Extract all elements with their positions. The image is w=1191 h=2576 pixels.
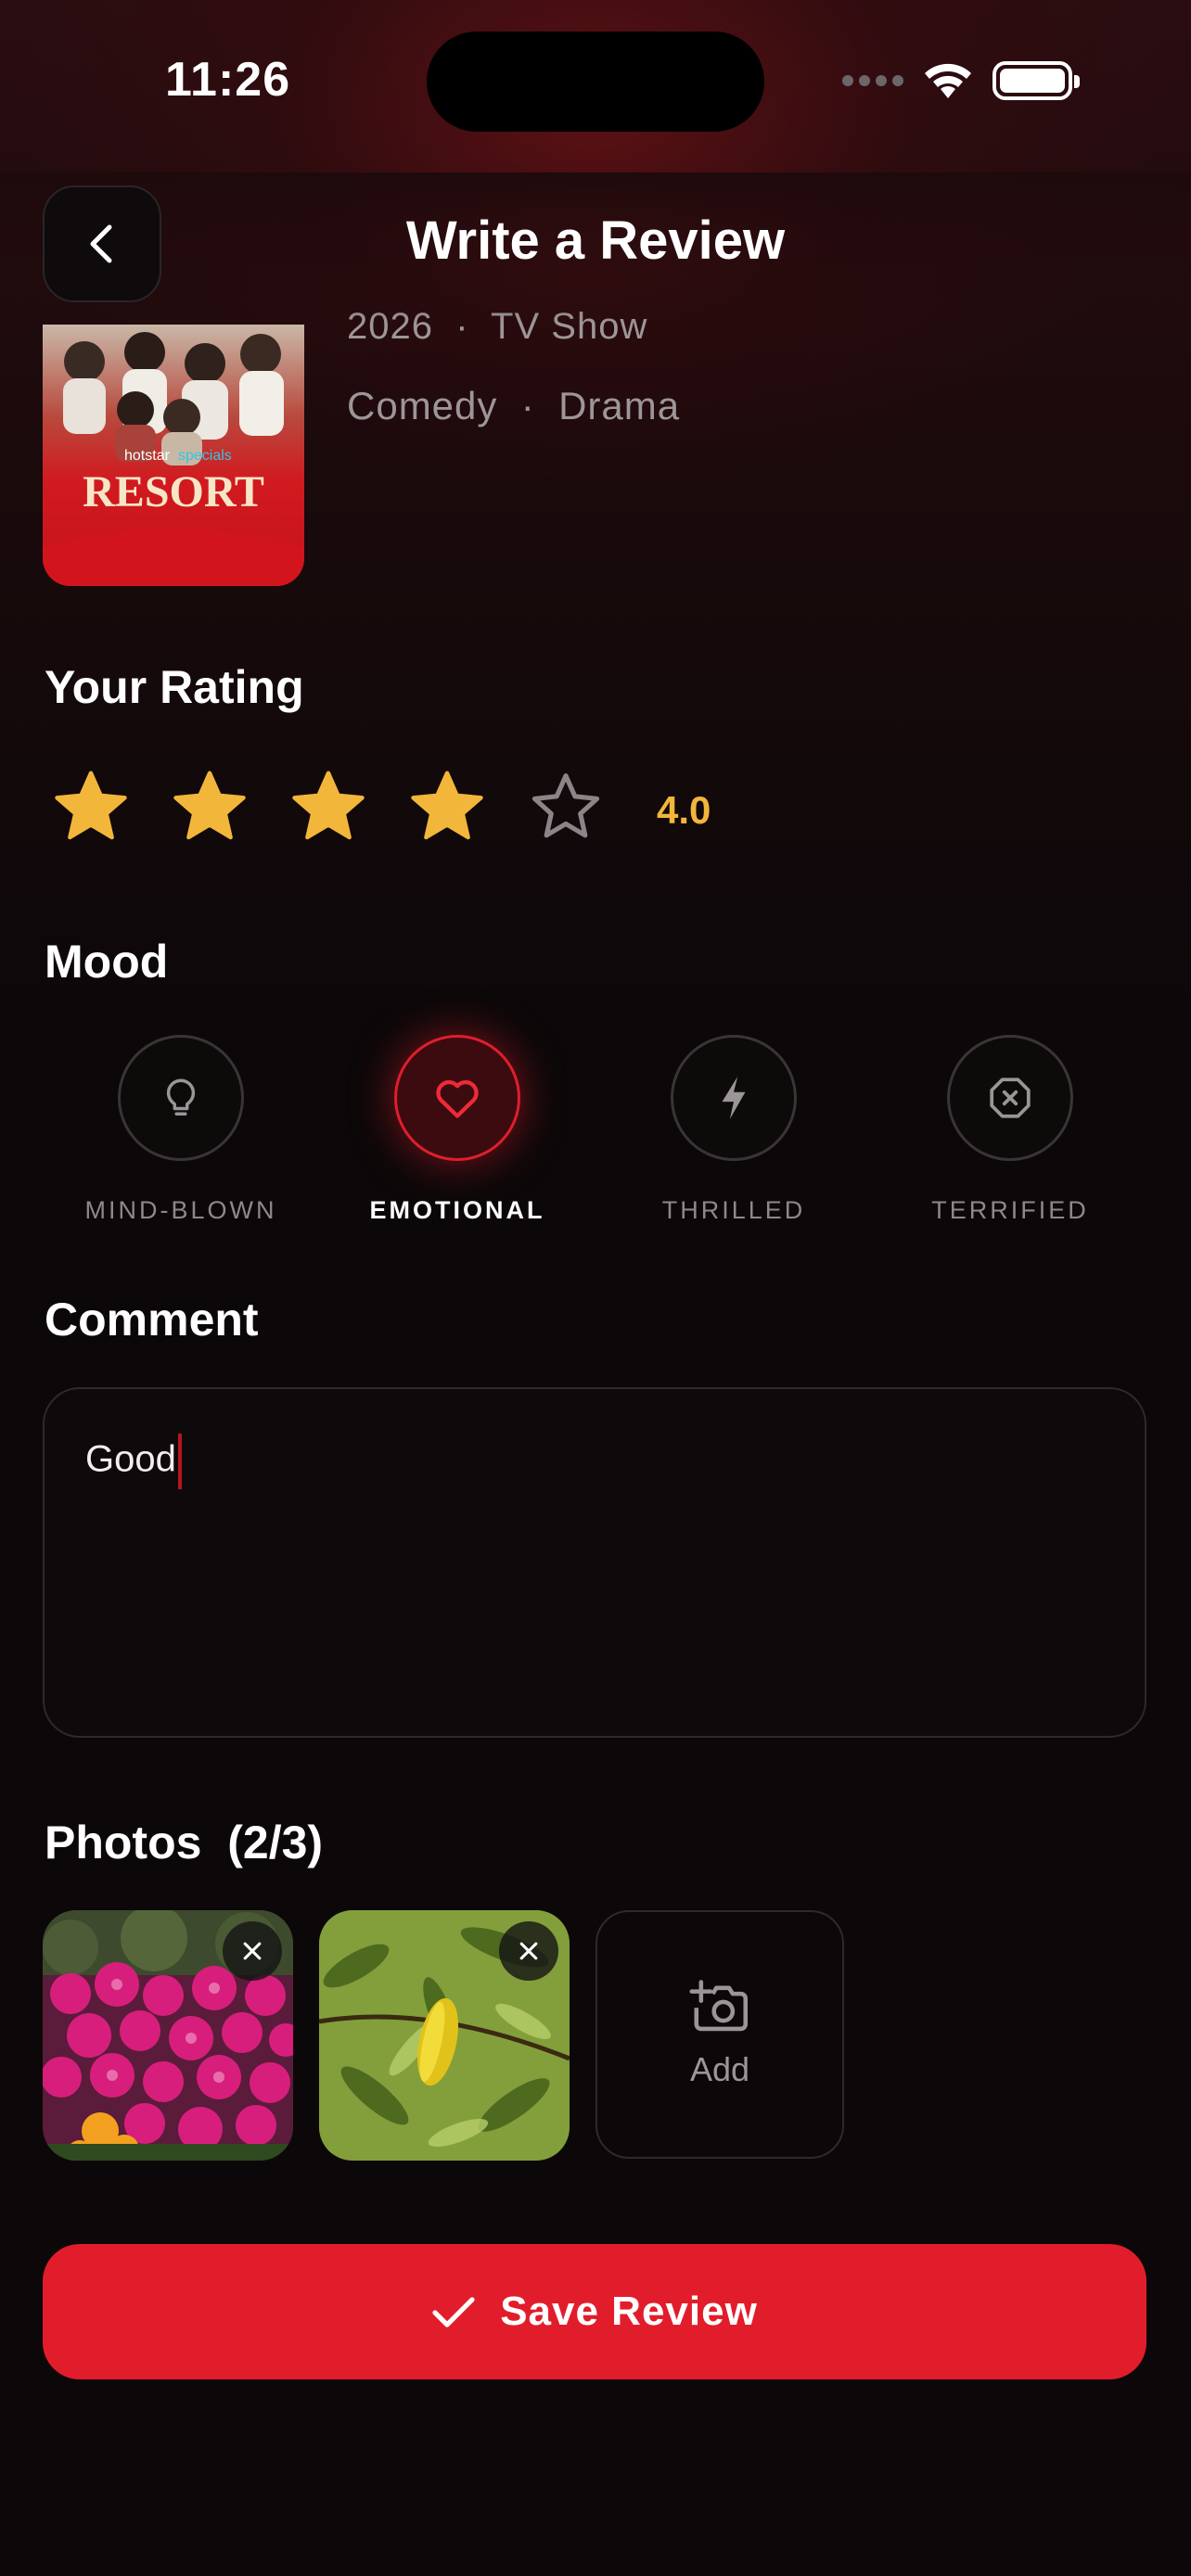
comment-title: Comment	[45, 1294, 259, 1345]
star-5[interactable]	[525, 766, 644, 851]
star-filled-icon	[292, 771, 365, 840]
movie-year-type: 2026 · TV Show	[347, 306, 647, 348]
battery-icon	[992, 61, 1080, 100]
photos-title: Photos (2/3)	[45, 1816, 323, 1869]
svg-text:hotstar: hotstar	[124, 448, 171, 464]
photo-thumbnail-1[interactable]	[43, 1910, 293, 2161]
lightning-icon	[722, 1077, 746, 1119]
mood-label: THRILLED	[661, 1196, 806, 1224]
remove-photo-button[interactable]	[223, 1921, 282, 1981]
mood-label: MIND-BLOWN	[84, 1196, 277, 1224]
star-1[interactable]	[50, 766, 169, 851]
photos-title-label: Photos	[45, 1817, 202, 1868]
separator-dot: ·	[509, 384, 547, 427]
remove-photo-button[interactable]	[499, 1921, 558, 1981]
photos-count: (2/3)	[227, 1817, 324, 1868]
svg-text:specials: specials	[178, 448, 232, 464]
wifi-icon	[925, 63, 971, 98]
rating-title: Your Rating	[45, 661, 304, 713]
movie-type: TV Show	[491, 306, 648, 347]
camera-plus-icon	[689, 1980, 749, 2032]
mood-option-thrilled[interactable]: THRILLED	[596, 1035, 872, 1225]
close-icon	[243, 1942, 262, 1960]
star-rating[interactable]	[50, 766, 644, 851]
mood-label: TERRIFIED	[931, 1196, 1089, 1224]
mood-button[interactable]	[118, 1035, 244, 1161]
genre: Drama	[558, 384, 681, 427]
mood-option-mind-blown[interactable]: MIND-BLOWN	[43, 1035, 319, 1225]
star-filled-icon	[55, 771, 127, 840]
mood-title: Mood	[45, 936, 169, 988]
mood-option-terrified[interactable]: TERRIFIED	[872, 1035, 1148, 1225]
genre: Comedy	[347, 384, 498, 427]
star-3[interactable]	[288, 766, 406, 851]
x-circle-icon	[990, 1078, 1031, 1118]
add-photo-label: Add	[689, 2050, 750, 2088]
mood-option-emotional[interactable]: EMOTIONAL	[319, 1035, 596, 1225]
save-review-label: Save Review	[500, 2289, 758, 2334]
star-outline-icon	[531, 773, 600, 838]
dynamic-island	[427, 32, 764, 132]
add-photo-button[interactable]: Add	[596, 1910, 844, 2159]
separator-dot: ·	[444, 306, 480, 347]
star-filled-icon	[173, 771, 246, 840]
svg-text:RESORT: RESORT	[83, 467, 264, 516]
mood-button[interactable]	[671, 1035, 797, 1161]
mood-label: EMOTIONAL	[369, 1196, 545, 1224]
poster[interactable]: hotstar specials RESORT	[43, 325, 304, 586]
star-2[interactable]	[169, 766, 288, 851]
photo-thumbnail-2[interactable]	[319, 1910, 570, 2161]
text-caret	[177, 1434, 182, 1489]
close-icon	[519, 1942, 538, 1960]
status-icons	[842, 57, 1080, 104]
save-review-button[interactable]: Save Review	[43, 2244, 1146, 2379]
movie-year: 2026	[347, 306, 433, 347]
star-filled-icon	[411, 771, 483, 840]
comment-input[interactable]: Good	[43, 1387, 1146, 1738]
rating-value: 4.0	[657, 788, 711, 832]
lightbulb-icon	[166, 1078, 196, 1116]
mood-button[interactable]	[394, 1035, 520, 1161]
heart-icon	[436, 1079, 479, 1118]
movie-genres: Comedy · Drama	[347, 384, 680, 428]
signal-icon	[842, 75, 903, 86]
mood-button[interactable]	[947, 1035, 1073, 1161]
star-4[interactable]	[406, 766, 525, 851]
check-icon	[432, 2297, 475, 2327]
status-time: 11:26	[165, 53, 291, 107]
comment-text: Good	[85, 1438, 176, 1480]
page-title: Write a Review	[405, 210, 786, 271]
